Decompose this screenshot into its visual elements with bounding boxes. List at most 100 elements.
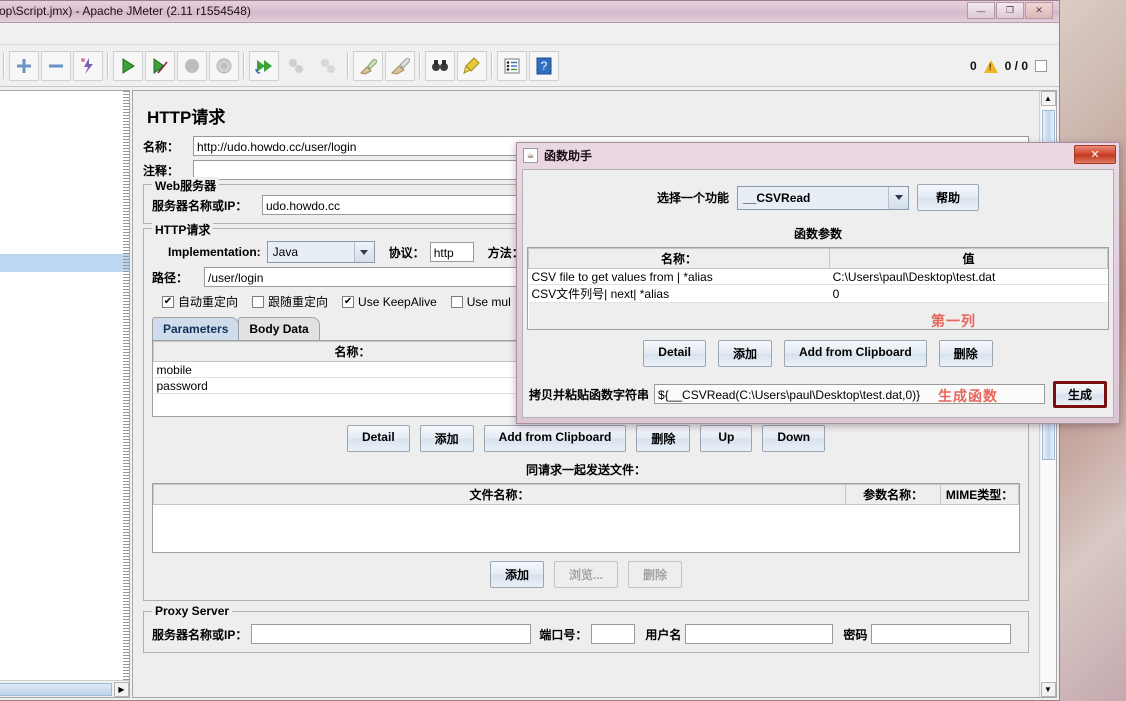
function-select-value: __CSVRead bbox=[743, 190, 811, 205]
start-icon[interactable] bbox=[113, 50, 143, 81]
copy-paste-label: 拷贝并粘贴函数字符串 bbox=[529, 387, 650, 402]
table-row[interactable]: CSV file to get values from | *alias C:\… bbox=[528, 268, 1108, 285]
screen: op\Script.jmx) - Apache JMeter (2.11 r15… bbox=[0, 0, 1126, 701]
down-button[interactable]: Down bbox=[762, 424, 826, 452]
tree-node-selected[interactable]: /user/login bbox=[0, 254, 129, 272]
toggle-icon[interactable] bbox=[73, 50, 103, 81]
proxy-password-input[interactable] bbox=[871, 624, 1012, 644]
svg-text:?: ? bbox=[541, 59, 548, 73]
up-button[interactable]: Up bbox=[700, 424, 753, 452]
shutdown-icon[interactable] bbox=[209, 50, 239, 81]
tree-node[interactable]: cn/cm.html bbox=[0, 290, 129, 308]
search-icon[interactable] bbox=[425, 50, 455, 81]
remote-start-all-icon[interactable] bbox=[249, 50, 279, 81]
delete-button[interactable]: 删除 bbox=[636, 424, 691, 452]
proxy-port-label: 端口号： bbox=[539, 627, 588, 642]
reset-search-icon[interactable] bbox=[457, 50, 487, 81]
scroll-thumb[interactable] bbox=[0, 682, 112, 696]
dialog-titlebar: ☕ 函数助手 ✕ bbox=[517, 143, 1119, 167]
proxy-user-label: 用户名 bbox=[645, 627, 682, 642]
warning-icon[interactable] bbox=[983, 59, 998, 73]
table-empty-row bbox=[528, 302, 1108, 329]
implementation-value: Java bbox=[272, 245, 299, 259]
tree-node[interactable]: / bbox=[0, 236, 129, 254]
param-value: C:\Users\paul\Desktop\test.dat bbox=[829, 268, 1108, 285]
dialog-body: 选择一个功能 __CSVRead 帮助 函数参数 名称： 值 CSV file … bbox=[522, 169, 1114, 418]
annotation-first-column: 第一列 bbox=[931, 313, 976, 329]
tree-horizontal-scrollbar[interactable]: ▶ bbox=[0, 680, 129, 697]
tree-node[interactable]: /course/list/school_id/21 bbox=[0, 308, 129, 326]
auto-redirect-checkbox[interactable]: ✔ 自动重定向 bbox=[162, 293, 238, 310]
select-function-label: 选择一个功能 bbox=[656, 191, 729, 205]
scroll-up-arrow-icon[interactable]: ▲ bbox=[1040, 91, 1056, 106]
remote-stop-all-icon[interactable] bbox=[281, 51, 311, 81]
tree-split-handle[interactable] bbox=[123, 91, 129, 697]
file-delete-button: 删除 bbox=[628, 561, 683, 588]
function-select[interactable]: __CSVRead bbox=[737, 185, 909, 210]
param-name: mobile bbox=[153, 361, 552, 378]
multipart-checkbox[interactable]: Use mul bbox=[450, 295, 511, 309]
minimize-button[interactable]: — bbox=[967, 2, 995, 19]
table-row[interactable]: CSV文件列号| next| *alias 0 bbox=[528, 284, 1108, 303]
files-buttons: 添加 浏览... 删除 bbox=[152, 553, 1020, 592]
scroll-down-arrow-icon[interactable]: ▼ bbox=[1040, 682, 1056, 697]
dialog-detail-button[interactable]: Detail bbox=[643, 339, 706, 367]
chevron-down-icon[interactable] bbox=[888, 186, 908, 209]
copy-paste-row: 拷贝并粘贴函数字符串 ${__CSVRead(C:\Users\paul\Des… bbox=[529, 380, 1107, 408]
start-no-pauses-icon[interactable] bbox=[145, 50, 175, 81]
stop-icon[interactable] bbox=[177, 50, 207, 81]
table-empty-row bbox=[153, 504, 1019, 552]
tree-node[interactable]: / bbox=[0, 272, 129, 290]
checkbox-unchecked-icon bbox=[450, 295, 463, 308]
maximize-button[interactable]: ❐ bbox=[996, 2, 1024, 19]
file-add-button[interactable]: 添加 bbox=[489, 561, 544, 588]
proxy-port-input[interactable] bbox=[591, 624, 636, 644]
remote-shutdown-all-icon[interactable] bbox=[313, 51, 343, 81]
protocol-input[interactable]: http bbox=[429, 242, 474, 262]
add-button[interactable]: 添加 bbox=[419, 424, 474, 452]
dialog-delete-button[interactable]: 删除 bbox=[938, 339, 993, 367]
files-table[interactable]: 文件名称： 参数名称： MIME类型： bbox=[152, 482, 1020, 553]
generate-button[interactable]: 生成 bbox=[1052, 380, 1107, 408]
function-parameters-table[interactable]: 名称： 值 CSV file to get values from | *ali… bbox=[527, 247, 1109, 330]
dialog-help-button[interactable]: 帮助 bbox=[917, 184, 980, 211]
col-value: 值 bbox=[829, 248, 1108, 269]
dialog-close-button[interactable]: ✕ bbox=[1074, 145, 1116, 164]
file-browse-button: 浏览... bbox=[553, 561, 618, 588]
toolbar-status: 0 0 / 0 bbox=[970, 45, 1047, 87]
keepalive-checkbox[interactable]: ✔ Use KeepAlive bbox=[342, 295, 437, 309]
detail-button[interactable]: Detail bbox=[346, 424, 410, 452]
window-controls: — ❐ ✕ bbox=[967, 2, 1053, 19]
dialog-add-from-clipboard-button[interactable]: Add from Clipboard bbox=[784, 339, 927, 367]
dialog-buttons: Detail 添加 Add from Clipboard 删除 bbox=[523, 330, 1113, 371]
scroll-right-arrow-icon[interactable]: ▶ bbox=[114, 681, 129, 697]
tree-node[interactable]: /course/info/course_id/1 bbox=[0, 326, 129, 344]
test-plan-tree[interactable]: / /user/login / cn/cm.html /course/list/… bbox=[0, 90, 130, 698]
checkbox-unchecked-icon bbox=[252, 295, 265, 308]
implementation-select[interactable]: Java bbox=[266, 241, 375, 263]
add-from-clipboard-button[interactable]: Add from Clipboard bbox=[483, 424, 627, 452]
help-icon[interactable]: ? bbox=[529, 50, 559, 81]
follow-redirect-checkbox[interactable]: 跟随重定向 bbox=[252, 293, 328, 310]
proxy-server-input[interactable] bbox=[251, 624, 532, 644]
tab-body-data[interactable]: Body Data bbox=[238, 317, 320, 340]
server-label: 服务器名称或IP： bbox=[152, 198, 248, 213]
function-select-row: 选择一个功能 __CSVRead 帮助 bbox=[523, 170, 1113, 211]
checkbox-checked-icon: ✔ bbox=[342, 295, 355, 308]
function-helper-icon[interactable] bbox=[497, 50, 527, 81]
jmeter-app-icon: ☕ bbox=[523, 147, 538, 163]
chevron-down-icon[interactable] bbox=[353, 242, 374, 262]
close-button[interactable]: ✕ bbox=[1025, 2, 1053, 19]
col-name: 名称： bbox=[527, 248, 831, 269]
thread-indicator bbox=[1035, 60, 1047, 72]
dialog-add-button[interactable]: 添加 bbox=[717, 339, 772, 367]
files-section-title: 同请求一起发送文件： bbox=[525, 462, 646, 477]
expand-all-icon[interactable] bbox=[9, 50, 39, 81]
name-label: 名称： bbox=[143, 139, 180, 154]
clear-all-icon[interactable] bbox=[385, 50, 415, 81]
proxy-user-input[interactable] bbox=[685, 624, 834, 644]
collapse-all-icon[interactable] bbox=[41, 50, 71, 81]
checkbox-checked-icon: ✔ bbox=[162, 295, 174, 308]
tab-parameters[interactable]: Parameters bbox=[152, 317, 240, 340]
clear-icon[interactable] bbox=[353, 50, 383, 81]
